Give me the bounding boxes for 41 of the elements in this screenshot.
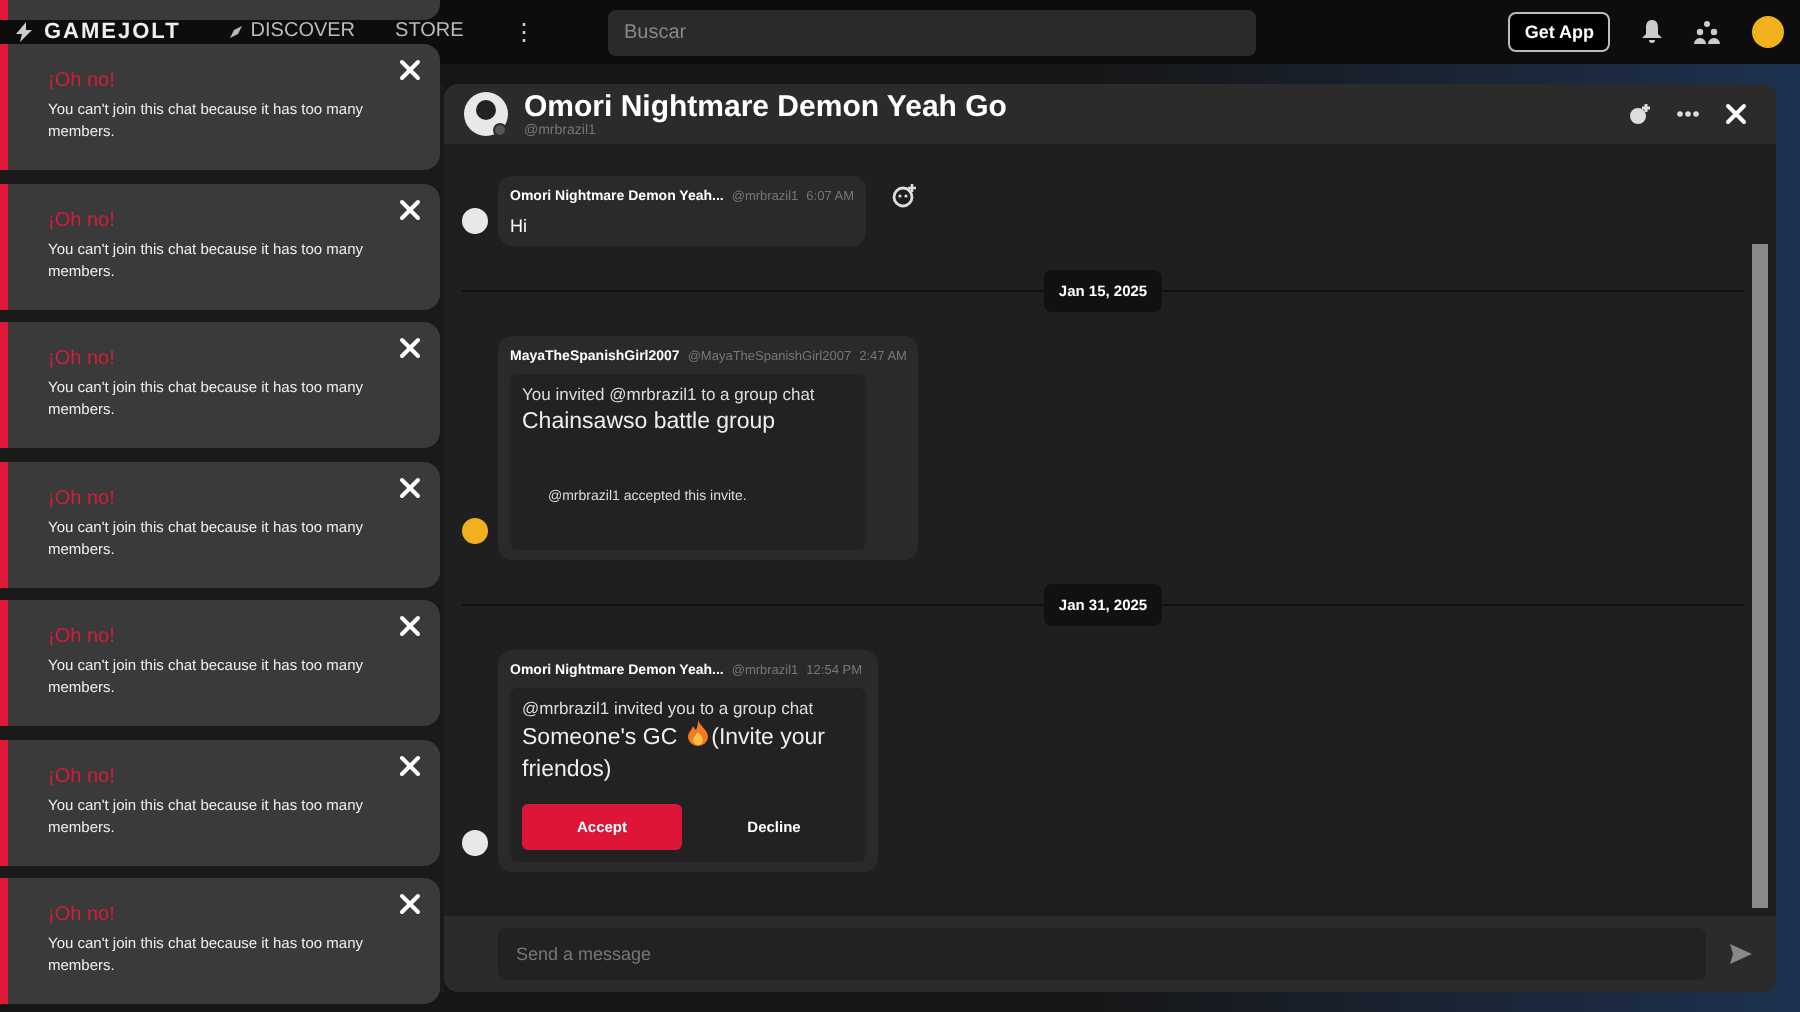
group-name: Chainsawso battle group bbox=[522, 410, 776, 434]
people-icon[interactable] bbox=[1694, 20, 1720, 44]
nav-link[interactable]: STORE bbox=[395, 22, 464, 42]
message-text: Hi bbox=[510, 216, 529, 236]
toast-title: ¡Oh no! bbox=[48, 209, 117, 231]
close-icon[interactable] bbox=[398, 892, 422, 916]
invite-text: @mrbrazil1 invited you to a group chat bbox=[522, 698, 816, 718]
add-person-icon[interactable] bbox=[1628, 104, 1652, 124]
avatar-icon bbox=[462, 90, 510, 138]
toast-title: ¡Oh no! bbox=[48, 487, 117, 509]
message-field[interactable]: Send a message bbox=[498, 928, 1706, 980]
group-name: Someone's GC bbox=[522, 726, 678, 750]
group-name: (Invite your bbox=[711, 726, 826, 750]
user-avatar[interactable] bbox=[1752, 16, 1784, 48]
logo[interactable]: GAMEJOLT bbox=[44, 22, 181, 42]
invite-text: You invited @mrbrazil1 to a group chat bbox=[522, 384, 817, 404]
flame-icon bbox=[687, 720, 708, 746]
send-icon[interactable] bbox=[1730, 944, 1752, 964]
more-icon[interactable] bbox=[1676, 110, 1700, 118]
toast-title: ¡Oh no! bbox=[48, 70, 117, 92]
toast-title: ¡Oh no! bbox=[48, 348, 117, 370]
close-icon[interactable] bbox=[398, 475, 422, 499]
group-name: friendos) bbox=[522, 756, 612, 786]
more-button[interactable]: ⋮ bbox=[503, 18, 544, 46]
search-field[interactable]: Buscar bbox=[608, 9, 1256, 55]
close-icon[interactable] bbox=[398, 753, 422, 777]
close-icon[interactable] bbox=[398, 197, 422, 221]
close-icon[interactable] bbox=[398, 614, 422, 638]
toast-title: ¡Oh no! bbox=[48, 765, 117, 787]
toast-title: ¡Oh no! bbox=[48, 626, 117, 648]
close-icon[interactable] bbox=[398, 336, 422, 360]
nav-link[interactable]: DISCOVER bbox=[228, 22, 356, 42]
get-app-button[interactable]: Get App bbox=[1508, 12, 1610, 52]
chat-title: Omori Nightmare Demon Yeah Go bbox=[524, 90, 1007, 124]
add-reaction-icon[interactable] bbox=[892, 184, 917, 208]
close-icon[interactable] bbox=[398, 58, 422, 82]
bolt-icon bbox=[16, 22, 32, 42]
toast-title: ¡Oh no! bbox=[48, 904, 117, 926]
compass-icon bbox=[228, 24, 245, 40]
close-icon[interactable] bbox=[1724, 102, 1748, 126]
bell-icon[interactable] bbox=[1642, 20, 1662, 44]
